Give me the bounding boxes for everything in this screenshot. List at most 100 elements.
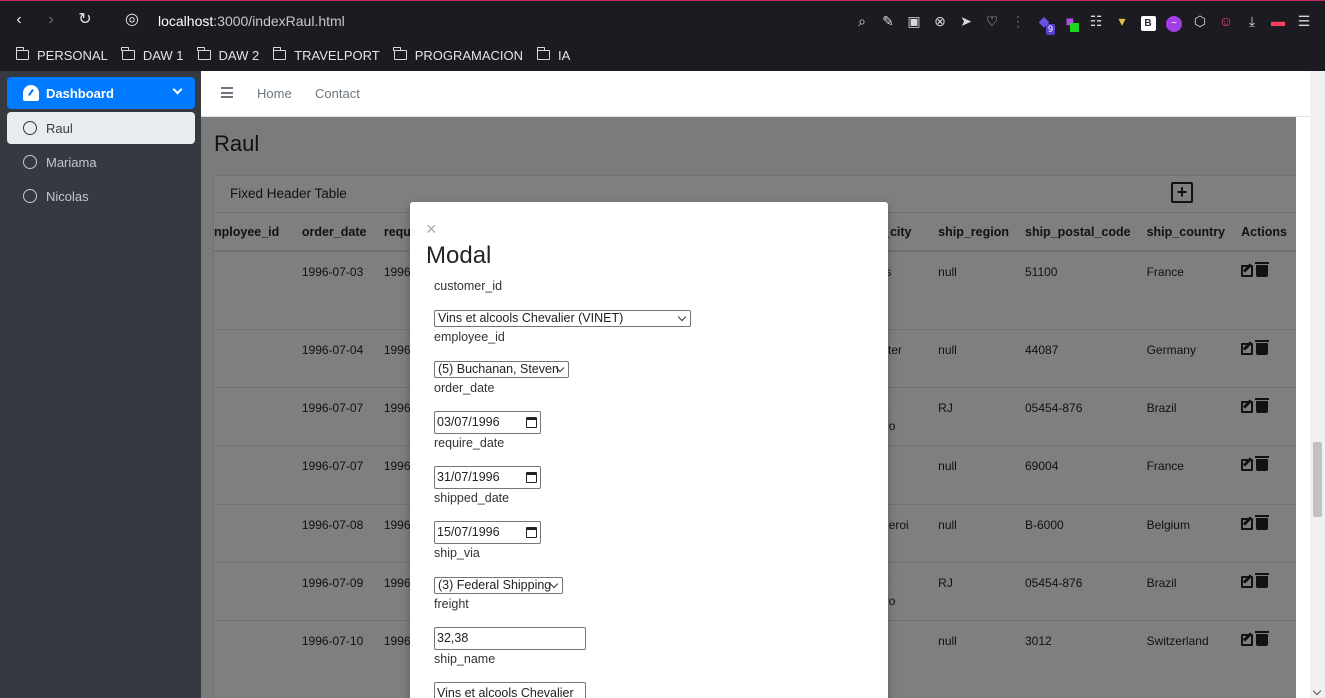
sidebar-item-label: Dashboard — [46, 85, 114, 101]
ship-via-select[interactable]: (3) Federal Shipping — [434, 577, 563, 594]
reader-icon[interactable]: ☷ — [1083, 9, 1109, 33]
freight-label: freight — [434, 597, 469, 611]
cube-icon[interactable]: ⬡ — [1187, 9, 1213, 33]
navbar-scroll-gutter — [1310, 71, 1325, 117]
bookmarks-bar: PERSONAL DAW 1 DAW 2 TRAVELPORT PROGRAMA… — [0, 41, 1325, 69]
chevron-down-icon — [172, 84, 183, 95]
bookmark-label: PROGRAMACION — [414, 47, 524, 63]
scroll-down-arrow-icon[interactable] — [1312, 686, 1322, 696]
calendar-icon[interactable] — [526, 527, 537, 538]
shipped-date-label: shipped_date — [434, 491, 510, 505]
browser-toolbar: ‹ › ↻ ◎ localhost:3000/indexRaul.html ⌕ … — [0, 1, 1325, 41]
download-icon[interactable]: ⤓ — [1239, 9, 1265, 33]
folder-icon — [197, 47, 211, 60]
ship-name-value: Vins et alcools Chevalier — [437, 686, 574, 698]
edit-page-icon[interactable]: ✎ — [875, 9, 901, 33]
send-icon[interactable]: ➤ — [953, 9, 979, 33]
require-date-label: require_date — [434, 436, 505, 450]
chevron-down-icon — [677, 312, 687, 322]
nav-link-home[interactable]: Home — [257, 86, 292, 101]
bookmark-folder[interactable]: IA — [536, 47, 571, 63]
customer-id-label: customer_id — [434, 279, 503, 293]
bookmark-folder[interactable]: DAW 1 — [121, 47, 184, 63]
employee-id-select[interactable]: (5) Buchanan, Steven — [434, 361, 569, 378]
bookmark-label: IA — [558, 47, 571, 63]
sidebar-item-label: Raul — [46, 120, 73, 136]
extension-icon[interactable]: ◆ 9 — [1031, 9, 1057, 35]
hamburger-menu-icon[interactable] — [221, 87, 233, 98]
folder-icon — [393, 47, 407, 60]
ship-name-input[interactable]: Vins et alcools Chevalier — [434, 682, 586, 698]
separator-dots-icon: ⋮ — [1011, 13, 1025, 29]
cup-icon[interactable]: ▾ — [1109, 9, 1135, 33]
back-icon[interactable]: ‹ — [9, 10, 29, 30]
url-path: :3000/indexRaul.html — [213, 13, 345, 29]
circle-icon — [23, 121, 37, 135]
close-icon[interactable]: × — [426, 220, 437, 238]
sidebar-item-raul[interactable]: Raul — [7, 112, 195, 144]
reload-icon[interactable]: ↻ — [75, 10, 95, 30]
order-date-value: 03/07/1996 — [437, 415, 500, 429]
require-date-value: 31/07/1996 — [437, 470, 500, 484]
forward-icon[interactable]: › — [41, 10, 61, 30]
bookmark-label: TRAVELPORT — [294, 47, 380, 63]
customer-id-select[interactable]: Vins et alcools Chevalier (VINET) — [434, 310, 691, 327]
sidebar: Dashboard Raul Mariama Nicolas — [0, 71, 201, 698]
shipped-date-value: 15/07/1996 — [437, 525, 500, 539]
employee-id-value: (5) Buchanan, Steven — [438, 362, 559, 376]
zoom-icon[interactable]: ⌕ — [849, 9, 875, 33]
url-host: localhost — [158, 13, 214, 29]
bookmark-folder[interactable]: PERSONAL — [15, 47, 108, 63]
scrollbar-thumb[interactable] — [1313, 442, 1322, 517]
sidebar-item-dashboard[interactable]: Dashboard — [7, 77, 195, 109]
customer-id-value: Vins et alcools Chevalier (VINET) — [438, 311, 624, 325]
freight-input[interactable]: 32,38 — [434, 627, 586, 650]
nav-link-contact[interactable]: Contact — [315, 86, 360, 101]
folder-icon — [121, 47, 135, 60]
block-icon[interactable]: ⊗ — [927, 9, 953, 33]
folder-icon — [272, 47, 287, 60]
folder-icon — [15, 47, 29, 60]
messenger-icon[interactable]: ~ — [1161, 9, 1187, 33]
puzzle-extension-icon[interactable]: ■ — [1057, 9, 1083, 33]
order-date-input[interactable]: 03/07/1996 — [434, 411, 541, 434]
ship-via-label: ship_via — [434, 546, 480, 560]
employee-id-label: employee_id — [434, 330, 505, 344]
dashboard-gauge-icon — [23, 85, 39, 101]
scrollbar[interactable] — [1310, 117, 1325, 698]
heart-icon[interactable]: ♡ — [979, 9, 1005, 33]
require-date-input[interactable]: 31/07/1996 — [434, 466, 541, 489]
folder-icon — [536, 47, 551, 60]
circle-icon — [23, 155, 37, 169]
sidebar-item-mariama[interactable]: Mariama — [7, 146, 195, 178]
modal-dialog: × Modal customer_id Vins et alcools Chev… — [410, 202, 888, 698]
battery-icon[interactable]: ▬ — [1265, 9, 1291, 33]
bookmark-label: DAW 2 — [218, 47, 260, 63]
bookmark-label: DAW 1 — [142, 47, 184, 63]
browser-chrome: ‹ › ↻ ◎ localhost:3000/indexRaul.html ⌕ … — [0, 0, 1325, 71]
freight-value: 32,38 — [437, 631, 469, 645]
sidebar-item-label: Mariama — [46, 154, 97, 170]
sidebar-item-label: Nicolas — [46, 188, 89, 204]
address-bar[interactable]: localhost:3000/indexRaul.html — [158, 13, 345, 29]
circle-icon — [23, 189, 37, 203]
bookmark-folder[interactable]: PROGRAMACION — [393, 47, 524, 63]
calendar-icon[interactable] — [526, 472, 537, 483]
sidebar-item-nicolas[interactable]: Nicolas — [7, 180, 195, 212]
order-date-label: order_date — [434, 381, 495, 395]
extension-badge: 9 — [1045, 24, 1055, 35]
globe-icon: ◎ — [125, 11, 139, 28]
ship-via-value: (3) Federal Shipping — [438, 578, 552, 592]
camera-icon[interactable]: ▣ — [901, 9, 927, 33]
bookmark-folder[interactable]: TRAVELPORT — [272, 47, 380, 63]
b-extension-icon[interactable]: B — [1135, 9, 1161, 33]
modal-title: Modal — [426, 242, 492, 269]
bookmark-folder[interactable]: DAW 2 — [197, 47, 260, 63]
account-icon[interactable]: ☺ — [1213, 9, 1239, 33]
ship-name-label: ship_name — [434, 652, 496, 666]
shipped-date-input[interactable]: 15/07/1996 — [434, 521, 541, 544]
calendar-icon[interactable] — [526, 417, 537, 428]
top-navbar: Home Contact — [201, 71, 1311, 117]
menu-icon[interactable]: ☰ — [1291, 9, 1317, 33]
toolbar-icons: ⌕ ✎ ▣ ⊗ ➤ ♡ ⋮ ◆ 9 ■ ☷ ▾ B ~ ⬡ ☺ ⤓ ▬ ☰ — [849, 9, 1317, 35]
